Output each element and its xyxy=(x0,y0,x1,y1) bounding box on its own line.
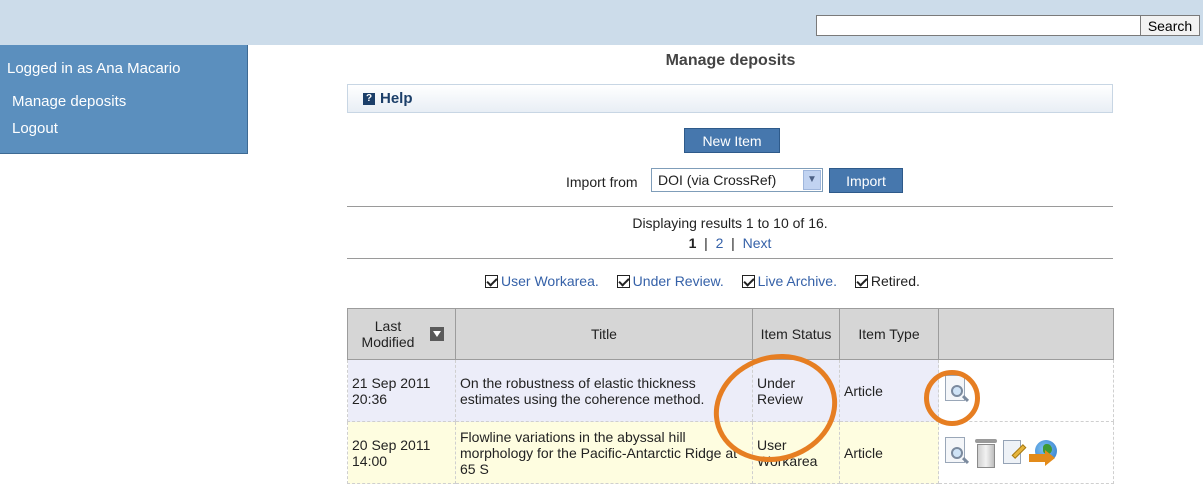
column-label: Item Status xyxy=(760,326,832,342)
status-filters: User Workarea. Under Review. Live Archiv… xyxy=(485,273,934,289)
cell-date: 20 Sep 2011 14:00 xyxy=(347,421,456,484)
chevron-down-icon[interactable]: ▼ xyxy=(803,170,821,190)
column-title[interactable]: Title xyxy=(455,308,753,360)
import-label: Import from xyxy=(566,174,638,190)
results-summary: Displaying results 1 to 10 of 16. xyxy=(632,215,828,231)
filter-user-workarea[interactable]: User Workarea. xyxy=(485,273,599,289)
sidebar-item-logout[interactable]: Logout xyxy=(12,120,58,137)
column-item-status[interactable]: Item Status xyxy=(752,308,840,360)
new-item-button[interactable]: New Item xyxy=(684,128,780,153)
cell-date: 21 Sep 2011 20:36 xyxy=(347,359,456,422)
column-item-type[interactable]: Item Type xyxy=(839,308,939,360)
table-header-row: Last Modified Title Item Status Item Typ… xyxy=(347,308,1114,360)
search-button[interactable]: Search xyxy=(1140,15,1200,36)
import-source-select[interactable]: DOI (via CrossRef) ▼ xyxy=(651,168,823,192)
search-input[interactable] xyxy=(816,15,1141,36)
cell-actions xyxy=(938,421,1114,484)
preview-icon[interactable] xyxy=(943,436,971,469)
import-source-value: DOI (via CrossRef) xyxy=(658,172,777,188)
column-label: Last Modified xyxy=(361,318,415,350)
column-last-modified[interactable]: Last Modified xyxy=(347,308,456,360)
highlight-circle-preview xyxy=(924,370,980,426)
pager-sep: | xyxy=(704,235,708,251)
edit-icon[interactable] xyxy=(1001,437,1027,469)
cell-title: On the robustness of elastic thickness e… xyxy=(455,359,753,422)
sidebar-item-manage-deposits[interactable]: Manage deposits xyxy=(12,93,126,110)
column-label: Title xyxy=(591,326,617,342)
page-title: Manage deposits xyxy=(665,52,796,69)
filter-live-archive[interactable]: Live Archive. xyxy=(741,273,837,289)
checkbox-checked-icon[interactable] xyxy=(485,275,498,288)
sort-down-icon[interactable] xyxy=(430,327,444,341)
filter-label[interactable]: User Workarea. xyxy=(501,273,599,289)
top-bar: Search xyxy=(0,0,1203,45)
sidebar: Logged in as Ana Macario Manage deposits… xyxy=(0,45,248,154)
divider xyxy=(347,258,1113,259)
trash-icon[interactable] xyxy=(973,437,999,469)
cell-title: Flowline variations in the abyssal hill … xyxy=(455,421,753,484)
pagination: 1 | 2 | Next xyxy=(347,235,1113,251)
checkbox-checked-icon[interactable] xyxy=(616,275,630,288)
import-button[interactable]: Import xyxy=(829,168,903,193)
help-bar[interactable]: ? Help xyxy=(347,84,1113,113)
deposit-globe-icon[interactable] xyxy=(1029,437,1059,469)
checkbox-checked-icon[interactable] xyxy=(741,275,755,288)
column-actions xyxy=(938,308,1114,360)
pager-sep: | xyxy=(731,235,735,251)
cell-type: Article xyxy=(839,359,939,422)
column-label: Item Type xyxy=(858,326,920,342)
checkbox-checked-icon[interactable] xyxy=(854,275,868,288)
page-link-2[interactable]: 2 xyxy=(716,235,724,251)
help-label: Help xyxy=(380,90,413,107)
filter-retired[interactable]: Retired. xyxy=(854,273,920,289)
divider xyxy=(347,206,1113,207)
page-current: 1 xyxy=(688,235,697,251)
page-next-link[interactable]: Next xyxy=(743,235,772,251)
cell-type: Article xyxy=(839,421,939,484)
logged-in-text: Logged in as Ana Macario xyxy=(7,60,181,77)
help-icon: ? xyxy=(363,93,375,105)
filter-label: Retired. xyxy=(870,273,920,289)
filter-label[interactable]: Live Archive. xyxy=(758,273,837,289)
filter-label[interactable]: Under Review. xyxy=(633,273,724,289)
filter-under-review[interactable]: Under Review. xyxy=(616,273,724,289)
